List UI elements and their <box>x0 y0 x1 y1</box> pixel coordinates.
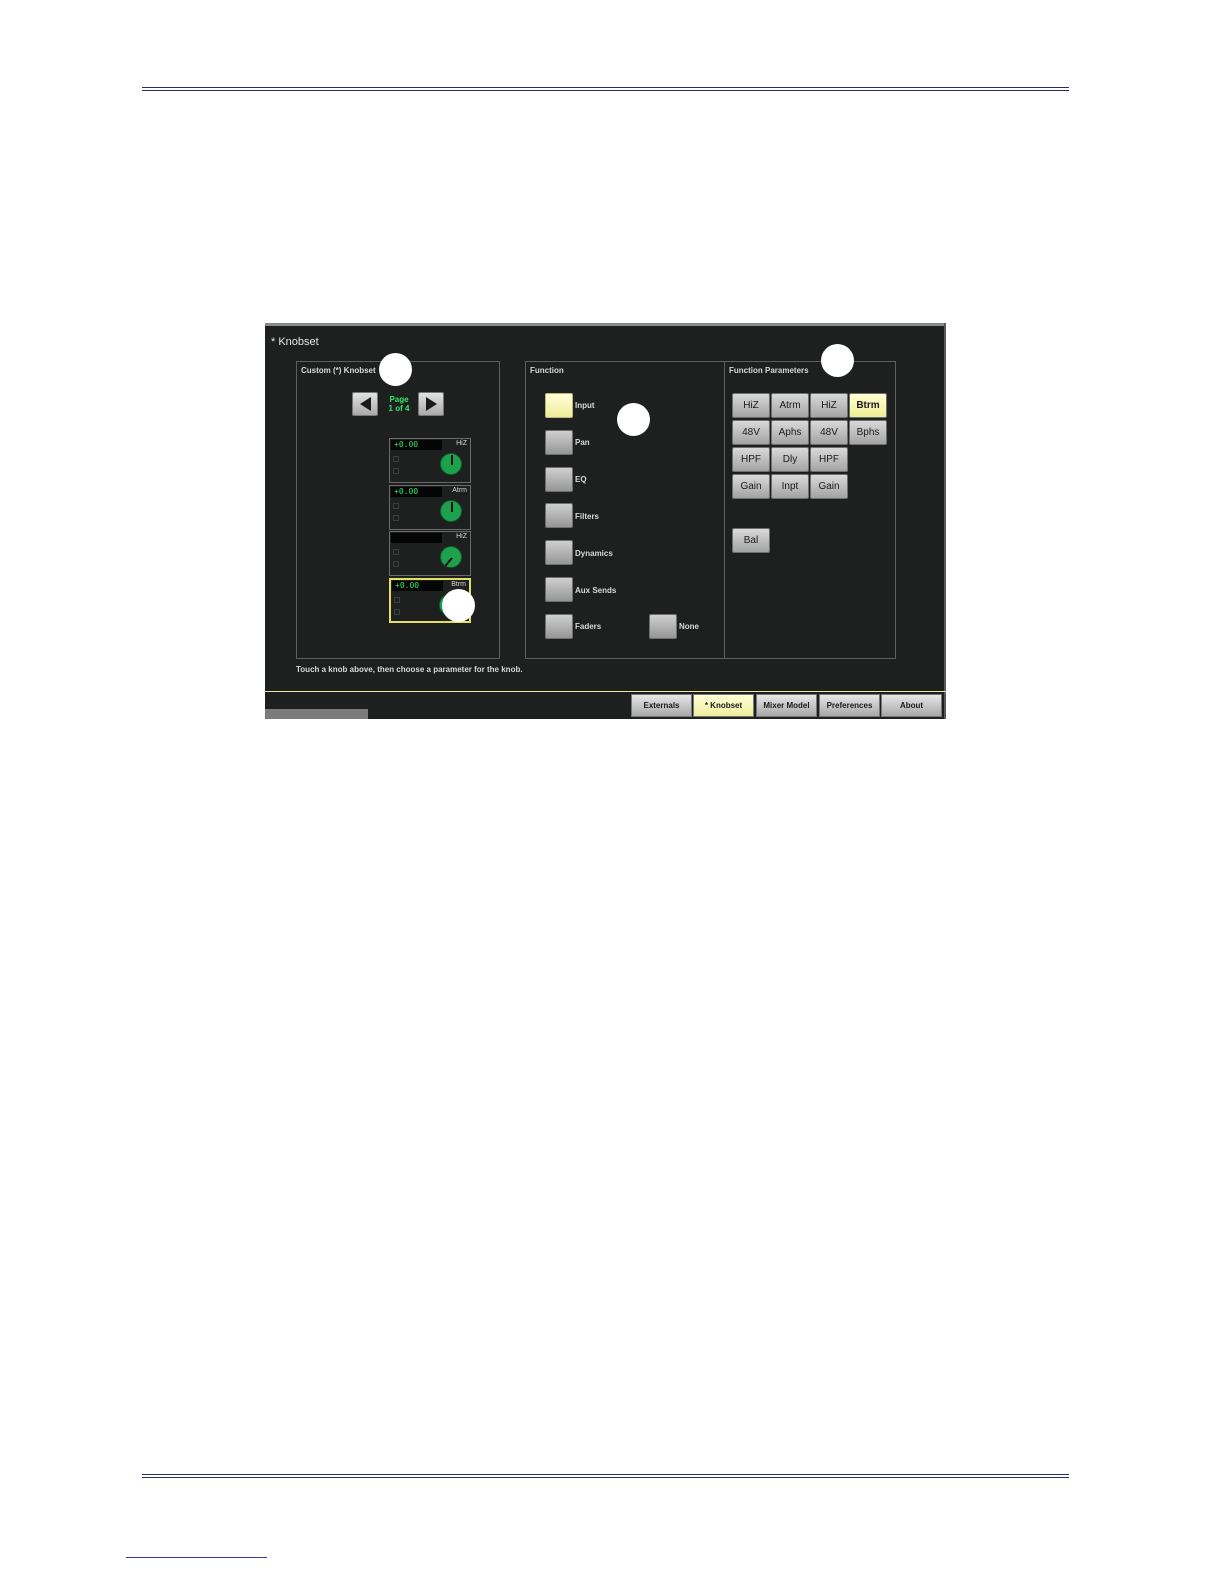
arrow-left-icon <box>359 397 371 411</box>
knob-checkbox <box>393 456 399 462</box>
param-hiz-b-button[interactable]: HiZ <box>810 393 848 418</box>
param-hiz-a-button[interactable]: HiZ <box>732 393 770 418</box>
param-gain-b-button[interactable]: Gain <box>810 474 848 499</box>
param-gain-a-button[interactable]: Gain <box>732 474 770 499</box>
param-hpf-a-button[interactable]: HPF <box>732 447 770 472</box>
knob-param-label: Atrm <box>452 487 467 494</box>
function-faders-label: Faders <box>575 622 602 631</box>
param-dly-button[interactable]: Dly <box>771 447 809 472</box>
knob-value <box>391 533 442 543</box>
knob-checkbox <box>393 503 399 509</box>
function-filters-label: Filters <box>575 512 600 521</box>
callout-circle-2 <box>821 344 854 377</box>
function-filters-button[interactable] <box>545 503 573 528</box>
knob-slot-3[interactable]: HiZ <box>389 531 471 576</box>
knob-param-label: HiZ <box>456 533 467 540</box>
knobset-screenshot: * Knobset Custom (*) Knobset Page 1 of 4… <box>265 323 946 719</box>
callout-circle-4 <box>442 589 475 622</box>
knob-value: +0.00 <box>391 440 442 450</box>
knob-value: +0.00 <box>391 487 442 497</box>
footer-rule <box>142 1474 1069 1478</box>
knob-checkbox <box>393 561 399 567</box>
tab-mixer-model[interactable]: Mixer Model <box>756 694 817 717</box>
tab-bar-line <box>265 691 946 692</box>
function-input-button[interactable] <box>545 393 573 418</box>
page-next-button[interactable] <box>418 392 444 416</box>
knob-value: +0.00 <box>392 581 443 591</box>
header-rule <box>142 87 1069 91</box>
param-aphs-button[interactable]: Aphs <box>771 420 809 445</box>
knob-checkbox <box>393 549 399 555</box>
knob-dial-icon <box>440 500 462 522</box>
function-none-button[interactable] <box>649 614 677 639</box>
function-faders-button[interactable] <box>545 614 573 639</box>
function-dynamics-label: Dynamics <box>575 549 613 558</box>
knob-slot-2[interactable]: +0.00 Atrm <box>389 485 471 530</box>
page-indicator: Page 1 of 4 <box>379 395 419 413</box>
tab-preferences[interactable]: Preferences <box>819 694 880 717</box>
param-atrm-button[interactable]: Atrm <box>771 393 809 418</box>
screen-top-border <box>265 323 946 326</box>
param-btrm-button[interactable]: Btrm <box>849 393 887 418</box>
footer-link-underline <box>126 1557 267 1558</box>
knob-checkbox <box>393 468 399 474</box>
param-inpt-button[interactable]: Inpt <box>771 474 809 499</box>
function-eq-button[interactable] <box>545 467 573 492</box>
callout-circle-1 <box>379 353 412 386</box>
screen-title: * Knobset <box>271 336 319 348</box>
page-prev-button[interactable] <box>352 392 378 416</box>
knob-checkbox <box>394 597 400 603</box>
page-label-line1: Page <box>389 395 409 404</box>
knob-param-label: Btrm <box>451 581 466 588</box>
knob-param-label: HiZ <box>456 440 467 447</box>
knob-checkbox <box>393 515 399 521</box>
tab-externals[interactable]: Externals <box>631 694 692 717</box>
function-aux-sends-button[interactable] <box>545 577 573 602</box>
param-48v-a-button[interactable]: 48V <box>732 420 770 445</box>
function-none-label: None <box>679 622 699 631</box>
param-bal-button[interactable]: Bal <box>732 528 770 553</box>
knob-slot-1[interactable]: +0.00 HiZ <box>389 438 471 483</box>
function-eq-label: EQ <box>575 475 587 484</box>
param-48v-b-button[interactable]: 48V <box>810 420 848 445</box>
knob-checkbox <box>394 609 400 615</box>
tab-knobset[interactable]: * Knobset <box>693 694 754 717</box>
callout-circle-3 <box>617 403 650 436</box>
function-parameters-title: Function Parameters <box>729 366 809 375</box>
function-aux-sends-label: Aux Sends <box>575 586 617 595</box>
param-bphs-button[interactable]: Bphs <box>849 420 887 445</box>
param-hpf-b-button[interactable]: HPF <box>810 447 848 472</box>
hint-text: Touch a knob above, then choose a parame… <box>296 665 523 674</box>
function-parameters-panel: Function Parameters HiZ Atrm HiZ Btrm 48… <box>724 361 896 659</box>
scrollbar-thumb[interactable] <box>265 709 368 719</box>
knob-dial-icon <box>440 453 462 475</box>
function-dynamics-button[interactable] <box>545 540 573 565</box>
knob-dial-icon <box>440 546 462 568</box>
screen-right-border <box>944 323 946 719</box>
function-pan-label: Pan <box>575 438 590 447</box>
page-label-line2: 1 of 4 <box>388 404 410 413</box>
function-title: Function <box>530 366 564 375</box>
function-input-label: Input <box>575 401 595 410</box>
function-pan-button[interactable] <box>545 430 573 455</box>
custom-knobset-title: Custom (*) Knobset <box>301 366 376 375</box>
tab-about[interactable]: About <box>881 694 942 717</box>
arrow-right-icon <box>425 397 437 411</box>
